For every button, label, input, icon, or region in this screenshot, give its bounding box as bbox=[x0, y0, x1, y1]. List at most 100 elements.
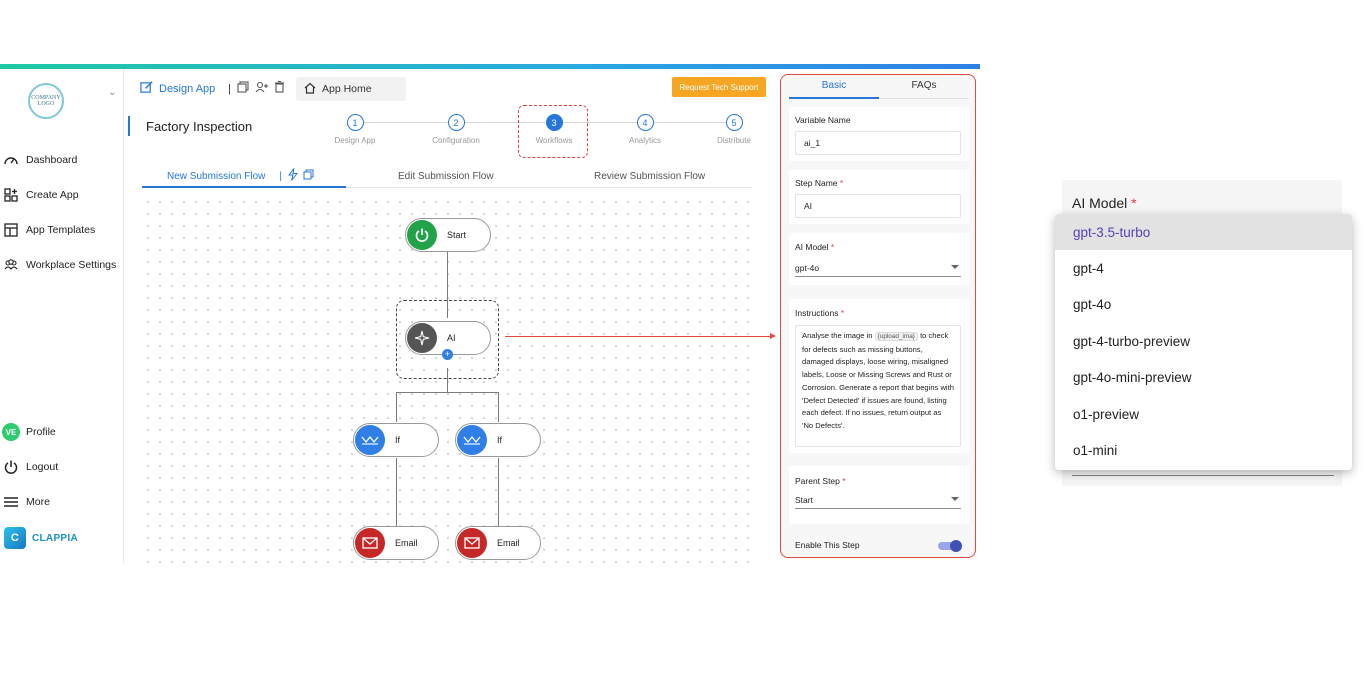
parent-step-field: Parent Step * Start bbox=[789, 466, 969, 524]
sidebar-item-profile[interactable]: VE Profile bbox=[2, 423, 56, 441]
caret-down-icon bbox=[951, 497, 959, 501]
node-label: If bbox=[395, 435, 401, 445]
branch-icon bbox=[457, 425, 487, 455]
label-text: Parent Step bbox=[795, 476, 840, 486]
company-logo[interactable]: COMPANY LOGO bbox=[28, 83, 64, 119]
tab-edit-submission-flow[interactable]: Edit Submission Flow bbox=[398, 164, 494, 188]
gauge-icon bbox=[2, 151, 20, 169]
instructions-textarea[interactable]: Analyse the image in {upload_ima} to che… bbox=[795, 325, 961, 447]
sidebar-item-more[interactable]: More bbox=[2, 493, 50, 511]
field-label: Variable Name bbox=[795, 115, 851, 125]
step-analytics[interactable]: 4 Analytics bbox=[615, 114, 675, 145]
pointer-arrow-line bbox=[505, 336, 773, 337]
mail-icon bbox=[457, 528, 487, 558]
enable-step-label: Enable This Step bbox=[795, 540, 860, 550]
pointer-arrow-head bbox=[770, 333, 776, 339]
step-design-app[interactable]: 1 Design App bbox=[325, 114, 385, 145]
label-text: AI Model bbox=[1072, 195, 1128, 211]
node-if-right[interactable]: If bbox=[455, 423, 541, 457]
copy-icon[interactable] bbox=[237, 81, 249, 96]
select-value: Start bbox=[795, 494, 813, 505]
branch-icon bbox=[355, 425, 385, 455]
step-distribute[interactable]: 5 Distribute bbox=[704, 114, 764, 145]
dropdown-option[interactable]: gpt-4o bbox=[1055, 287, 1352, 323]
panel-tabs: Basic FAQs bbox=[789, 75, 969, 99]
connector-branch-horizontal bbox=[396, 392, 499, 393]
step-name-input[interactable]: AI bbox=[795, 194, 961, 218]
caret-down-icon bbox=[951, 265, 959, 269]
node-start[interactable]: Start bbox=[405, 218, 491, 252]
label-text: Instructions bbox=[795, 308, 839, 318]
step-number: 5 bbox=[725, 114, 743, 131]
request-tech-support-button[interactable]: Request Tech Support bbox=[672, 77, 766, 97]
sidebar-item-label: Create App bbox=[26, 189, 79, 201]
add-step-icon[interactable]: + bbox=[442, 349, 453, 360]
instructions-field: Instructions * Analyse the image in {upl… bbox=[789, 299, 969, 453]
flow-tabs: New Submission Flow | Edit Submission Fl… bbox=[142, 160, 752, 188]
ai-model-select[interactable]: gpt-4o bbox=[795, 259, 961, 277]
sidebar-item-dashboard[interactable]: Dashboard bbox=[2, 151, 77, 169]
step-name-field: Step Name * AI bbox=[789, 170, 969, 224]
variable-tag[interactable]: {upload_ima} bbox=[874, 332, 918, 341]
design-app-button[interactable]: Design App bbox=[140, 81, 215, 97]
dropdown-option[interactable]: gpt-3.5-turbo bbox=[1055, 214, 1352, 251]
dropdown-option[interactable]: o1-preview bbox=[1055, 396, 1352, 432]
dropdown-option[interactable]: o1-mini bbox=[1055, 432, 1352, 468]
power-icon bbox=[2, 458, 20, 476]
connector-if-email-left bbox=[396, 458, 397, 526]
app-home-button[interactable]: App Home bbox=[296, 77, 406, 101]
dropdown-option[interactable]: gpt-4o-mini-preview bbox=[1055, 360, 1352, 396]
add-user-icon[interactable] bbox=[255, 81, 268, 96]
sidebar-item-label: Logout bbox=[26, 461, 59, 473]
required-mark: * bbox=[842, 476, 846, 486]
workflow-canvas[interactable]: Start AI + If If Email Email bbox=[142, 196, 756, 563]
tab-new-submission-flow[interactable]: New Submission Flow | bbox=[167, 164, 314, 188]
node-label: If bbox=[497, 435, 503, 445]
ai-model-zoom-underline bbox=[1072, 475, 1334, 476]
tab-review-submission-flow[interactable]: Review Submission Flow bbox=[594, 164, 705, 188]
clappia-logo-icon: C bbox=[4, 527, 26, 549]
variable-name-input[interactable]: ai_1 bbox=[795, 131, 961, 155]
sidebar-item-label: App Templates bbox=[26, 224, 96, 236]
avatar: VE bbox=[2, 423, 20, 441]
variable-name-field: Variable Name ai_1 bbox=[789, 107, 969, 161]
dropdown-option[interactable]: gpt-4-turbo-preview bbox=[1055, 323, 1352, 359]
page: COMPANY LOGO ⌄ Dashboard Create App App … bbox=[0, 0, 1366, 698]
divider: | bbox=[228, 82, 231, 95]
template-icon bbox=[2, 221, 20, 239]
header: Design App | App Home Request Tech Suppo… bbox=[128, 69, 778, 107]
lightning-icon[interactable] bbox=[287, 168, 299, 184]
sidebar-item-label: Profile bbox=[26, 426, 56, 438]
dropdown-option[interactable]: gpt-4 bbox=[1055, 250, 1352, 286]
node-email-right[interactable]: Email bbox=[455, 526, 541, 560]
tab-basic[interactable]: Basic bbox=[789, 80, 879, 91]
menu-icon bbox=[2, 493, 20, 511]
active-tab-underline bbox=[142, 186, 346, 188]
node-email-left[interactable]: Email bbox=[353, 526, 439, 560]
step-configuration[interactable]: 2 Configuration bbox=[426, 114, 486, 145]
enable-step-toggle[interactable] bbox=[938, 540, 962, 552]
parent-step-select[interactable]: Start bbox=[795, 491, 961, 509]
sidebar-item-workplace-settings[interactable]: Workplace Settings bbox=[2, 256, 116, 274]
select-value: gpt-4o bbox=[795, 262, 820, 273]
label-text: AI Model bbox=[795, 242, 829, 252]
field-label: AI Model * bbox=[795, 242, 834, 252]
design-app-label: Design App bbox=[159, 83, 216, 95]
copy-icon[interactable] bbox=[303, 169, 314, 183]
sidebar-item-create-app[interactable]: Create App bbox=[2, 186, 79, 204]
connector-if-email-right bbox=[498, 458, 499, 526]
trash-icon[interactable] bbox=[274, 80, 285, 96]
sidebar-item-logout[interactable]: Logout bbox=[2, 458, 58, 476]
mail-icon bbox=[355, 528, 385, 558]
required-mark: * bbox=[830, 242, 835, 252]
sidebar-item-app-templates[interactable]: App Templates bbox=[2, 221, 95, 239]
tab-faqs[interactable]: FAQs bbox=[879, 80, 969, 91]
required-mark: * bbox=[840, 308, 845, 318]
step-number: 2 bbox=[447, 114, 465, 131]
instructions-text: to check for defects such as missing but… bbox=[802, 331, 954, 430]
chevron-down-icon[interactable]: ⌄ bbox=[108, 87, 116, 98]
divider: | bbox=[279, 170, 282, 182]
step-number: 1 bbox=[346, 114, 364, 131]
app-title: Factory Inspection bbox=[128, 116, 252, 136]
node-if-left[interactable]: If bbox=[353, 423, 439, 457]
